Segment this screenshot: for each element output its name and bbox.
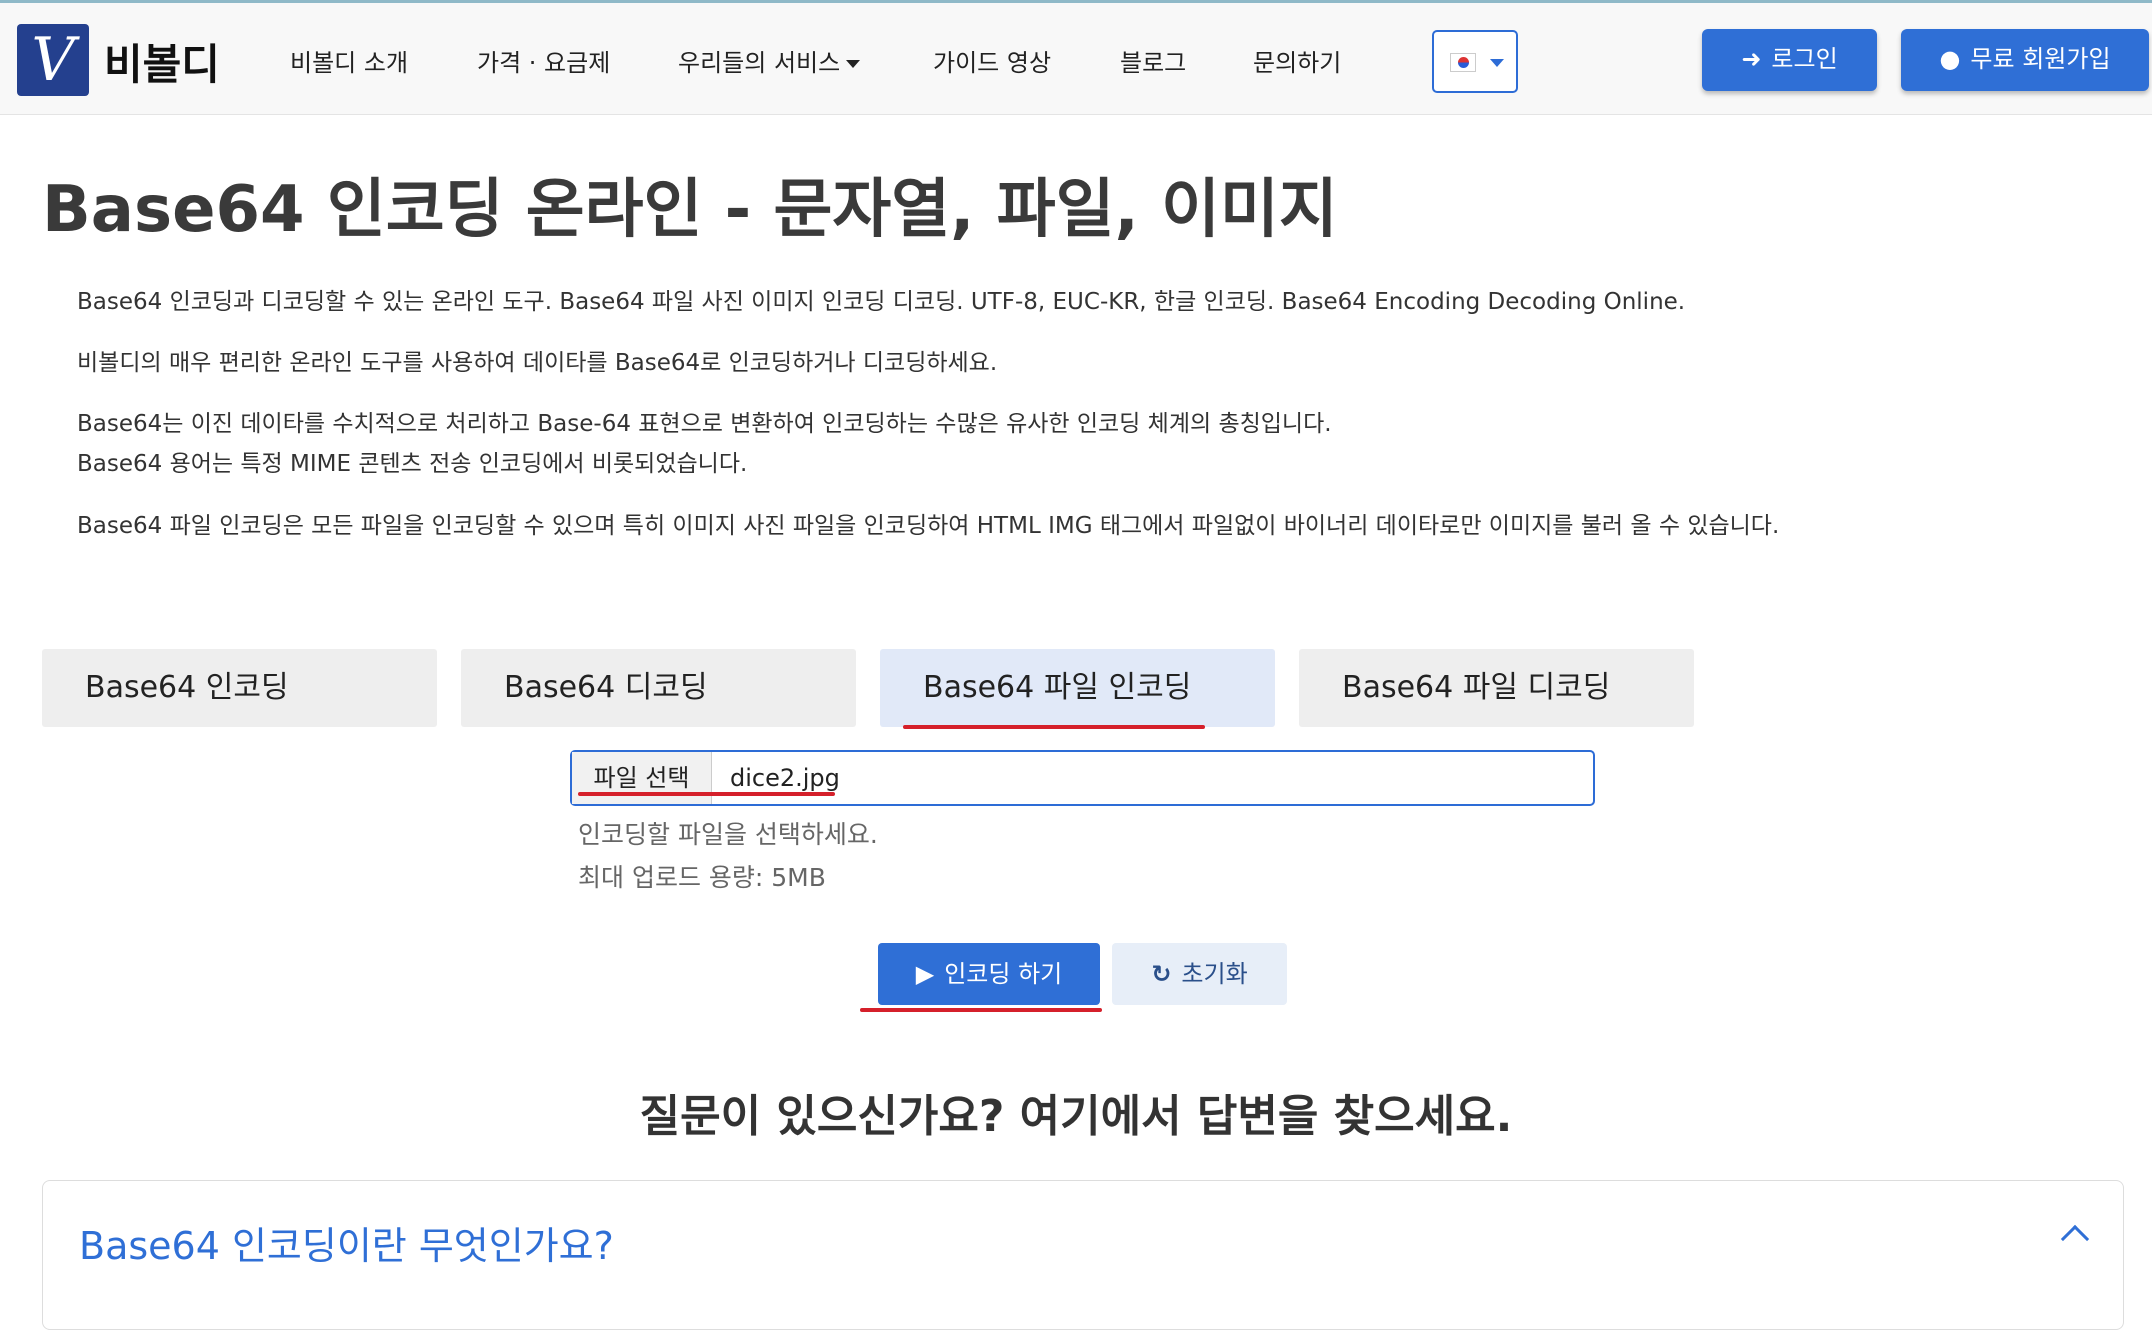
user-icon: ● (1939, 45, 1961, 73)
refresh-icon: ↻ (1151, 960, 1172, 988)
annotation-underline-file (578, 792, 835, 796)
encode-button[interactable]: ▶ 인코딩 하기 (878, 943, 1100, 1005)
tab-base64-encode[interactable]: Base64 인코딩 (42, 649, 437, 727)
description-line-2: 비볼디의 매우 편리한 온라인 도구를 사용하여 데이타를 Base64로 인코… (77, 350, 998, 376)
login-label: 로그인 (1771, 45, 1838, 73)
faq-accordion-item[interactable]: Base64 인코딩이란 무엇인가요? (42, 1180, 2124, 1330)
nav-services-label: 우리들의 서비스 (678, 49, 841, 77)
tab-base64-file-encode[interactable]: Base64 파일 인코딩 (880, 649, 1275, 727)
page-title: Base64 인코딩 온라인 - 문자열, 파일, 이미지 (42, 173, 1338, 247)
selected-file-name: dice2.jpg (730, 764, 840, 792)
korea-flag-icon (1450, 53, 1476, 72)
faq-heading: 질문이 있으신가요? 여기에서 답변을 찾으세요. (639, 1091, 1513, 1142)
play-icon: ▶ (915, 960, 935, 988)
nav-services[interactable]: 우리들의 서비스 (678, 43, 861, 78)
sign-in-icon: ➜ (1741, 45, 1762, 73)
nav-blog[interactable]: 블로그 (1120, 43, 1186, 78)
reset-button[interactable]: ↻ 초기화 (1112, 943, 1287, 1005)
tab-base64-file-decode[interactable]: Base64 파일 디코딩 (1299, 649, 1694, 727)
reset-label: 초기화 (1181, 960, 1248, 988)
signup-label: 무료 회원가입 (1970, 45, 2111, 73)
description-line-5: Base64 파일 인코딩은 모든 파일을 인코딩할 수 있으며 특히 이미지 … (77, 513, 1780, 539)
annotation-underline-encode (860, 1008, 1102, 1012)
choose-file-button[interactable]: 파일 선택 (572, 752, 712, 804)
annotation-underline-tab (903, 725, 1205, 729)
description-line-1: Base64 인코딩과 디코딩할 수 있는 온라인 도구. Base64 파일 … (77, 289, 1686, 315)
top-navbar: V 비볼디 비볼디 소개 가격 · 요금제 우리들의 서비스 가이드 영상 블로… (0, 3, 2152, 115)
nav-guide-video[interactable]: 가이드 영상 (933, 43, 1051, 78)
faq-question[interactable]: Base64 인코딩이란 무엇인가요? (79, 1215, 614, 1270)
file-input[interactable]: 파일 선택 dice2.jpg (570, 750, 1595, 806)
signup-button[interactable]: ● 무료 회원가입 (1901, 29, 2149, 91)
chevron-up-icon[interactable] (2060, 1224, 2090, 1254)
nav-pricing[interactable]: 가격 · 요금제 (477, 43, 610, 78)
nav-contact[interactable]: 문의하기 (1253, 43, 1341, 78)
description-line-3: Base64는 이진 데이타를 수치적으로 처리하고 Base-64 표현으로 … (77, 411, 1332, 437)
language-selector[interactable] (1432, 30, 1518, 93)
chevron-down-icon (846, 60, 861, 68)
brand-name[interactable]: 비볼디 (104, 31, 220, 92)
tab-base64-decode[interactable]: Base64 디코딩 (461, 649, 856, 727)
description-line-4: Base64 용어는 특정 MIME 콘텐츠 전송 인코딩에서 비롯되었습니다. (77, 451, 748, 477)
chevron-down-icon (1490, 59, 1504, 67)
logo-icon[interactable]: V (17, 24, 89, 96)
encode-label: 인코딩 하기 (944, 960, 1063, 988)
login-button[interactable]: ➜ 로그인 (1702, 29, 1877, 91)
nav-about[interactable]: 비볼디 소개 (290, 43, 408, 78)
upload-limit: 최대 업로드 용량: 5MB (578, 863, 826, 892)
file-hint: 인코딩할 파일을 선택하세요. (578, 820, 878, 849)
